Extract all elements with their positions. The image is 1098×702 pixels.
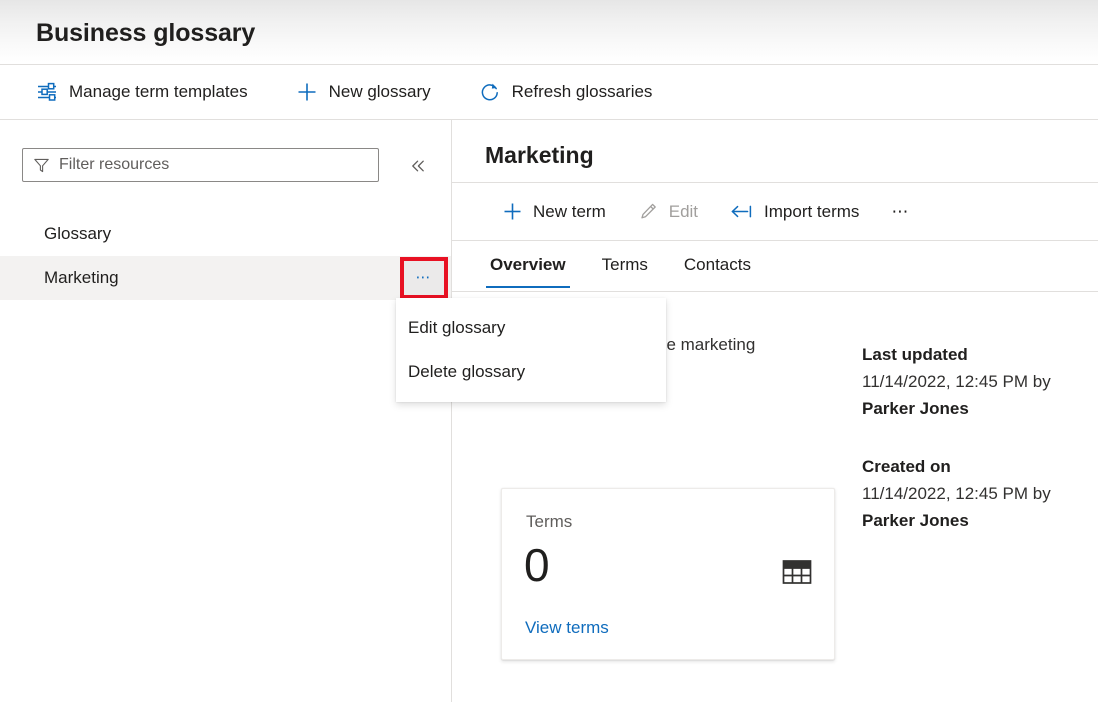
detail-title: Marketing: [485, 140, 594, 170]
context-menu-item-edit-glossary[interactable]: Edit glossary: [396, 306, 666, 350]
edit-label: Edit: [669, 201, 698, 223]
marketing-more-options-button[interactable]: ⋯: [404, 261, 444, 295]
detail-tabs: Overview Terms Contacts: [486, 248, 755, 292]
new-glossary-label: New glossary: [329, 81, 431, 103]
terms-card-count: 0: [524, 537, 550, 593]
pencil-icon: [638, 201, 659, 222]
delete-glossary-label: Delete glossary: [408, 362, 525, 382]
sliders-icon: [36, 81, 58, 103]
plus-icon: [502, 201, 523, 222]
context-menu-item-delete-glossary[interactable]: Delete glossary: [396, 350, 666, 394]
glossary-context-menu: Edit glossary Delete glossary: [396, 298, 666, 402]
created-on-label: Created on: [862, 454, 1082, 480]
last-updated-block: Last updated 11/14/2022, 12:45 PM by Par…: [862, 342, 1082, 422]
funnel-icon: [33, 157, 50, 174]
manage-term-templates-button[interactable]: Manage term templates: [24, 72, 260, 112]
detail-command-divider: [452, 240, 1098, 241]
refresh-icon: [479, 81, 501, 103]
new-term-button[interactable]: New term: [492, 193, 616, 231]
sidebar-item-marketing-label: Marketing: [44, 267, 119, 289]
sidebar-item-marketing[interactable]: Marketing ⋯: [0, 256, 451, 300]
detail-command-bar: New term Edit: [452, 183, 1098, 240]
edit-glossary-label: Edit glossary: [408, 318, 505, 338]
collapse-sidebar-button[interactable]: [404, 152, 432, 180]
tab-terms-label: Terms: [602, 255, 648, 274]
import-terms-button[interactable]: Import terms: [720, 193, 869, 231]
created-on-block: Created on 11/14/2022, 12:45 PM by Parke…: [862, 454, 1082, 534]
tabs-underline-divider: [452, 291, 1098, 292]
last-updated-user: Parker Jones: [862, 399, 969, 418]
new-glossary-button[interactable]: New glossary: [284, 72, 443, 112]
glossary-detail-pane: Marketing New term: [452, 120, 1098, 702]
glossary-tree: Glossary Marketing ⋯: [0, 212, 451, 300]
sidebar-item-glossary-label: Glossary: [44, 223, 111, 245]
chevron-double-left-icon: [409, 157, 427, 175]
last-updated-label: Last updated: [862, 342, 1082, 368]
glossary-sidebar: [0, 120, 451, 702]
detail-more-options-button[interactable]: ⋯: [881, 193, 920, 231]
ellipsis-icon: ⋯: [416, 273, 433, 283]
ellipsis-icon: ⋯: [891, 207, 910, 217]
import-arrow-icon: [730, 201, 754, 222]
edit-button: Edit: [628, 193, 708, 231]
created-on-datetime: 11/14/2022, 12:45 PM by: [862, 484, 1051, 503]
tab-contacts[interactable]: Contacts: [680, 248, 755, 288]
created-on-value: 11/14/2022, 12:45 PM by Parker Jones: [862, 480, 1082, 534]
app-root: Business glossary Manage term templates: [0, 0, 1098, 702]
created-on-user: Parker Jones: [862, 511, 969, 530]
import-terms-label: Import terms: [764, 201, 859, 223]
overview-metadata-block: Last updated 11/14/2022, 12:45 PM by Par…: [862, 342, 1082, 566]
last-updated-value: 11/14/2022, 12:45 PM by Parker Jones: [862, 368, 1082, 422]
page-title: Business glossary: [36, 16, 255, 50]
global-command-bar: Manage term templates New glossary: [0, 64, 1098, 120]
terms-summary-card: Terms 0 View terms: [501, 488, 835, 660]
terms-card-title: Terms: [526, 511, 572, 533]
sidebar-item-glossary[interactable]: Glossary: [0, 212, 451, 256]
plus-icon: [296, 81, 318, 103]
filter-resources-input[interactable]: Filter resources: [22, 148, 379, 182]
filter-resources-placeholder: Filter resources: [59, 155, 169, 175]
tab-overview[interactable]: Overview: [486, 248, 570, 288]
refresh-glossaries-label: Refresh glossaries: [512, 81, 653, 103]
table-grid-icon: [782, 559, 812, 591]
new-term-label: New term: [533, 201, 606, 223]
manage-term-templates-label: Manage term templates: [69, 81, 248, 103]
last-updated-datetime: 11/14/2022, 12:45 PM by: [862, 372, 1051, 391]
tab-overview-label: Overview: [490, 255, 566, 274]
tab-contacts-label: Contacts: [684, 255, 751, 274]
refresh-glossaries-button[interactable]: Refresh glossaries: [467, 72, 665, 112]
view-terms-link[interactable]: View terms: [525, 617, 609, 639]
tab-terms[interactable]: Terms: [598, 248, 652, 288]
